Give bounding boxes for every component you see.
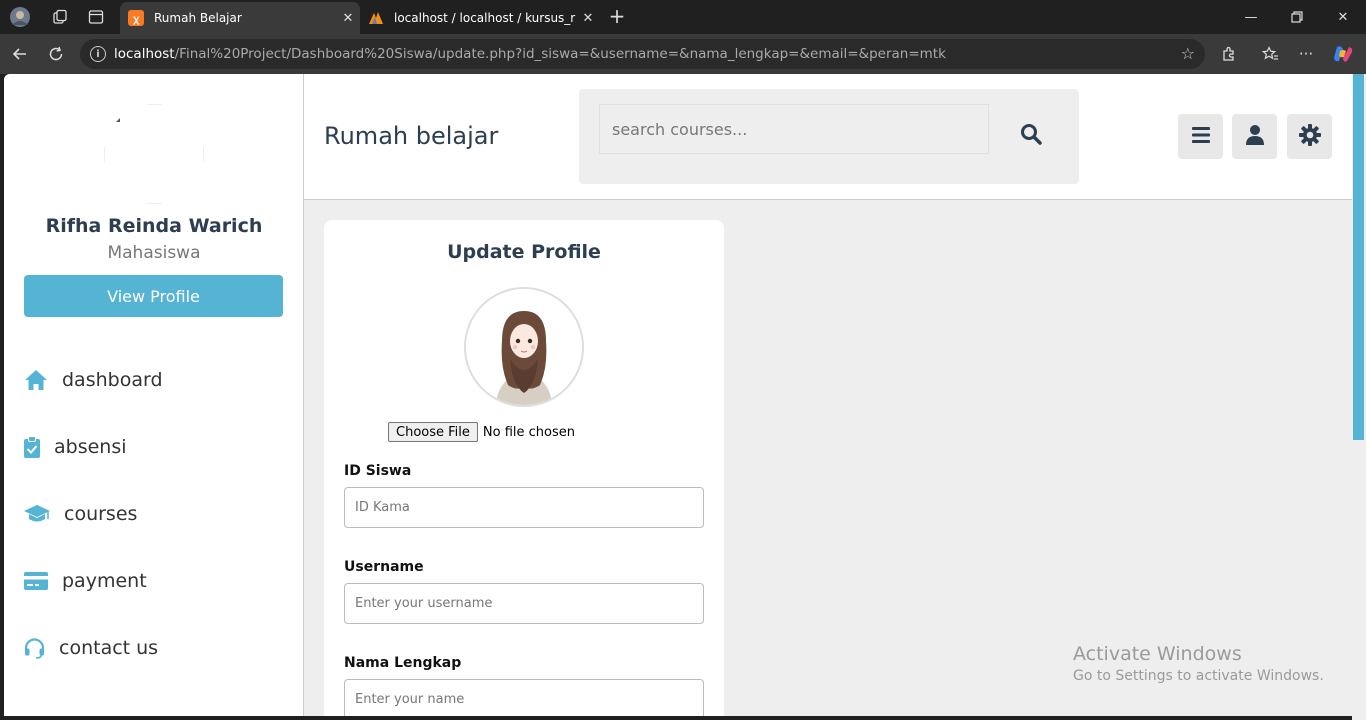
workspaces-icon[interactable] xyxy=(48,5,72,29)
user-button[interactable] xyxy=(1232,114,1277,159)
sidebar-item-label: payment xyxy=(62,570,147,592)
nama-lengkap-label: Nama Lengkap xyxy=(344,655,462,671)
page-header: Rumah belajar xyxy=(304,74,1352,200)
home-icon xyxy=(24,368,48,392)
file-status: No file chosen xyxy=(482,424,575,440)
tab-phpmyadmin[interactable]: localhost / localhost / kursus_rum ✕ xyxy=(360,2,600,34)
url-host: localhost xyxy=(114,46,175,62)
profile-avatar-icon[interactable] xyxy=(8,5,32,29)
refresh-icon[interactable] xyxy=(44,42,68,66)
sidebar-item-dashboard[interactable]: dashboard xyxy=(24,365,163,395)
file-upload: Choose File No file chosen xyxy=(388,421,575,443)
activate-windows-subtitle: Go to Settings to activate Windows. xyxy=(1073,668,1324,684)
student-name: Rifha Reinda Warich xyxy=(45,215,263,237)
gear-icon xyxy=(1298,123,1321,150)
headset-icon xyxy=(24,636,45,660)
id-siswa-input[interactable] xyxy=(344,487,704,528)
copilot-icon[interactable] xyxy=(1331,42,1355,66)
new-tab-icon[interactable]: + xyxy=(604,4,630,30)
close-tab-icon[interactable]: ✕ xyxy=(576,11,600,26)
sidebar-item-courses[interactable]: courses xyxy=(24,499,137,529)
back-icon[interactable] xyxy=(8,42,32,66)
tab-rumah-belajar[interactable]: ꭓ Rumah Belajar ✕ xyxy=(120,2,360,34)
profile-picture xyxy=(464,287,584,407)
student-role: Mahasiswa xyxy=(107,243,201,263)
sidebar-avatar xyxy=(103,103,205,205)
search-form xyxy=(579,89,1079,184)
sidebar-item-contact-us[interactable]: contact us xyxy=(24,633,158,663)
browser-tab-bar: ꭓ Rumah Belajar ✕ localhost / localhost … xyxy=(0,0,1366,34)
favorite-star-icon[interactable]: ☆ xyxy=(1181,44,1195,63)
user-icon xyxy=(1245,124,1264,149)
site-logo[interactable]: Rumah belajar xyxy=(324,122,498,150)
menu-bars-icon xyxy=(1191,126,1210,147)
minimize-icon[interactable]: — xyxy=(1228,0,1274,34)
page-scrollbar[interactable] xyxy=(1352,74,1366,720)
url-path: /Final%20Project/Dashboard%20Siswa/updat… xyxy=(174,46,946,62)
url-bar[interactable]: i localhost/Final%20Project/Dashboard%20… xyxy=(80,39,1205,69)
clipboard-check-icon xyxy=(24,435,40,459)
sidebar-item-label: absensi xyxy=(54,436,127,458)
id-siswa-label: ID Siswa xyxy=(344,463,412,479)
activate-windows-title: Activate Windows xyxy=(1073,643,1242,665)
close-window-icon[interactable]: ✕ xyxy=(1320,0,1366,34)
menu-button[interactable] xyxy=(1178,114,1223,159)
choose-file-button[interactable]: Choose File xyxy=(388,422,478,442)
sidebar: Rifha Reinda Warich Mahasiswa View Profi… xyxy=(4,74,304,716)
extensions-icon[interactable] xyxy=(1217,42,1241,66)
sidebar-item-label: contact us xyxy=(59,637,159,659)
sidebar-item-absensi[interactable]: absensi xyxy=(24,432,127,462)
close-tab-icon[interactable]: ✕ xyxy=(336,11,360,26)
favorites-icon[interactable] xyxy=(1258,42,1282,66)
xampp-favicon-icon: ꭓ xyxy=(128,10,144,26)
search-input[interactable] xyxy=(599,104,989,154)
browser-address-bar: i localhost/Final%20Project/Dashboard%20… xyxy=(0,34,1366,74)
view-profile-button[interactable]: View Profile xyxy=(24,275,283,317)
restore-icon[interactable] xyxy=(1274,0,1320,34)
scrollbar-thumb[interactable] xyxy=(1353,74,1364,440)
update-profile-card: Update Profile Choose File No file chose… xyxy=(324,220,724,716)
phpmyadmin-favicon-icon xyxy=(368,10,384,26)
sidebar-item-label: dashboard xyxy=(62,369,163,391)
sidebar-item-payment[interactable]: payment xyxy=(24,566,147,596)
username-label: Username xyxy=(344,559,424,575)
tab-title: localhost / localhost / kursus_rum xyxy=(394,11,576,25)
vertical-tabs-icon[interactable] xyxy=(84,5,108,29)
nama-lengkap-input[interactable] xyxy=(344,679,704,716)
sidebar-item-label: courses xyxy=(64,503,138,525)
search-icon[interactable] xyxy=(1019,122,1043,146)
graduation-cap-icon xyxy=(24,502,50,526)
settings-button[interactable] xyxy=(1287,114,1332,159)
more-options-icon[interactable]: ··· xyxy=(1294,42,1318,66)
tab-title: Rumah Belajar xyxy=(154,11,242,25)
credit-card-icon xyxy=(24,569,48,593)
username-input[interactable] xyxy=(344,583,704,624)
site-info-icon[interactable]: i xyxy=(90,46,106,62)
form-title: Update Profile xyxy=(447,241,601,263)
page-viewport: Rifha Reinda Warich Mahasiswa View Profi… xyxy=(4,74,1352,716)
